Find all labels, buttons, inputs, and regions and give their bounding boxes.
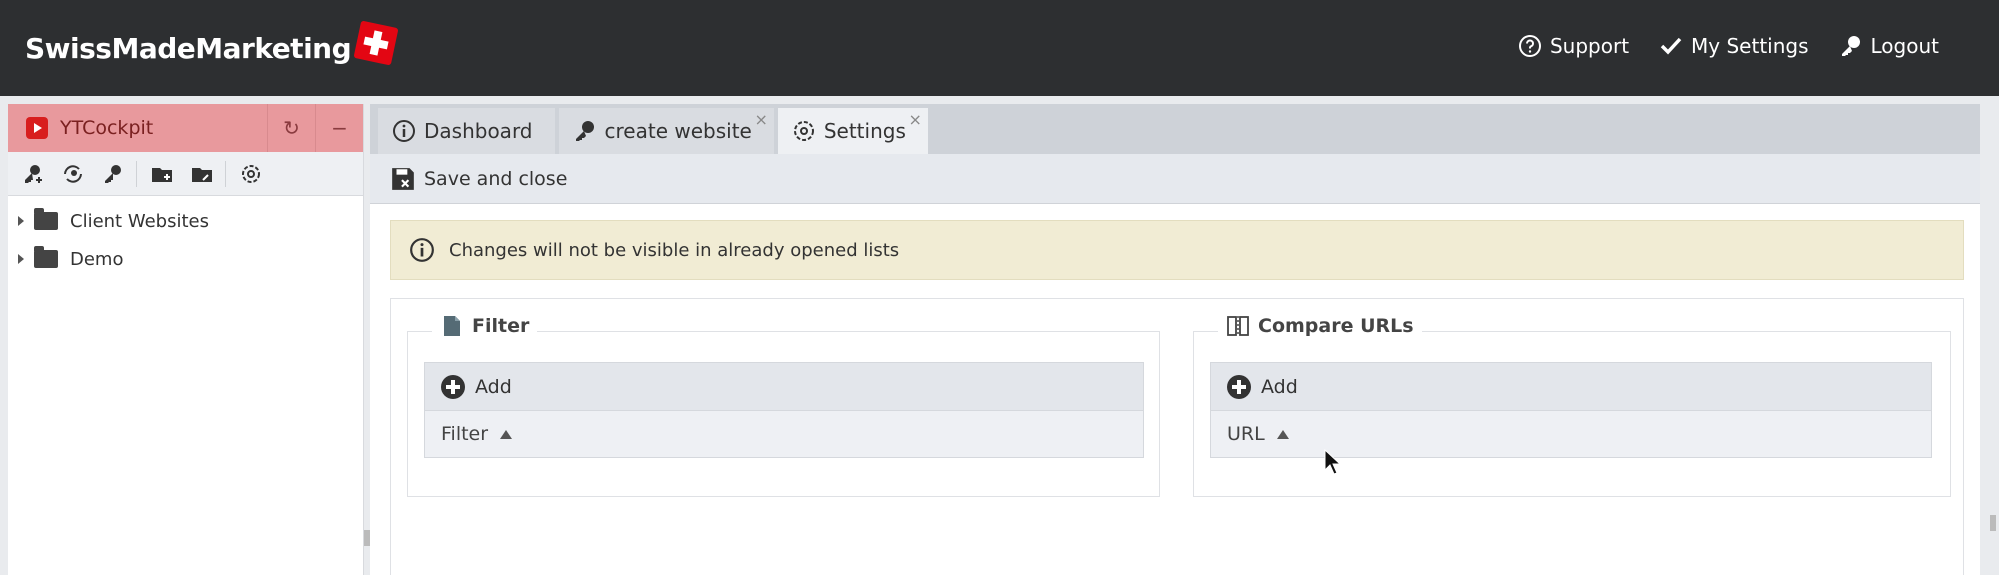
compare-icon: [1227, 316, 1249, 336]
filter-add-button[interactable]: Add: [441, 374, 512, 399]
gear-icon: [793, 121, 814, 141]
toolbar-divider: [136, 160, 137, 187]
panel-refresh-button[interactable]: ↻: [267, 104, 315, 152]
add-key-icon: [25, 164, 42, 183]
expand-arrow-icon[interactable]: [18, 216, 24, 226]
new-folder-icon: [152, 167, 172, 182]
support-label: Support: [1549, 34, 1630, 58]
refresh-icon: ↻: [283, 116, 300, 140]
tree-item-client-websites[interactable]: Client Websites: [8, 202, 363, 240]
info-icon: [393, 120, 415, 142]
top-nav: Support My Settings Logout: [1518, 34, 1939, 58]
key-icon: [575, 121, 594, 141]
filter-legend: Filter: [432, 314, 538, 338]
add-circle-icon: [441, 374, 465, 399]
tree-item-label: Demo: [70, 248, 124, 270]
tab-dashboard[interactable]: Dashboard: [378, 108, 555, 154]
notice-text: Changes will not be visible in already o…: [449, 239, 900, 261]
sort-ascending-icon: [1276, 429, 1289, 439]
tree-item-label: Client Websites: [70, 210, 209, 232]
info-notice: Changes will not be visible in already o…: [390, 220, 1964, 280]
main-area: Dashboard create website × Settings × Sa…: [370, 104, 1980, 575]
gear-icon: [242, 164, 260, 183]
add-label: Add: [475, 375, 512, 398]
panel-header: YTCockpit ↻ −: [8, 104, 363, 152]
folder-tree: Client Websites Demo: [8, 196, 363, 278]
refresh-key-icon: [64, 164, 82, 183]
filter-legend-label: Filter: [472, 315, 530, 337]
tree-item-demo[interactable]: Demo: [8, 240, 363, 278]
edit-key-button[interactable]: [96, 157, 130, 191]
expand-arrow-icon[interactable]: [18, 254, 24, 264]
compare-urls-fieldset: Compare URLs Add URL: [1193, 314, 1951, 497]
sort-ascending-icon: [500, 429, 513, 439]
form-area: Filter Add Filter Compare URLs Add URL: [390, 298, 1964, 575]
edit-folder-button[interactable]: [185, 157, 219, 191]
checkmark-icon: [1660, 37, 1682, 55]
compare-urls-grid: Add URL: [1210, 362, 1932, 458]
brand-name: SwissMadeMarketing: [25, 32, 352, 65]
document-icon: [444, 316, 460, 336]
new-folder-button[interactable]: [145, 157, 179, 191]
splitter-handle[interactable]: [1990, 515, 1996, 531]
swiss-cross-icon: [353, 19, 399, 66]
add-key-button[interactable]: [16, 157, 50, 191]
action-bar: Save and close: [370, 154, 1980, 204]
youtube-icon: [26, 117, 48, 139]
compare-urls-legend-label: Compare URLs: [1258, 315, 1414, 337]
logout-link[interactable]: Logout: [1839, 34, 1939, 58]
filter-grid-toolbar: Add: [425, 363, 1143, 411]
top-header: SwissMadeMarketing Support My Settings L…: [0, 0, 1999, 96]
tab-close-icon[interactable]: ×: [754, 110, 767, 129]
save-close-icon: [392, 167, 414, 190]
edit-key-icon: [105, 164, 121, 183]
edit-folder-icon: [192, 167, 212, 182]
folder-icon: [34, 246, 58, 268]
add-circle-icon: [1227, 374, 1251, 399]
tab-label: Settings: [823, 119, 906, 143]
add-label: Add: [1261, 375, 1298, 398]
column-label: URL: [1227, 423, 1265, 445]
question-circle-icon: [1518, 35, 1541, 57]
support-link[interactable]: Support: [1518, 34, 1629, 58]
minus-icon: −: [331, 116, 348, 140]
compare-urls-grid-toolbar: Add: [1211, 363, 1931, 411]
save-and-close-label: Save and close: [424, 167, 568, 190]
filter-column-header[interactable]: Filter: [425, 411, 1143, 457]
key-icon: [1841, 36, 1860, 56]
panel-title: YTCockpit: [60, 117, 154, 139]
compare-urls-add-button[interactable]: Add: [1227, 374, 1298, 399]
compare-urls-legend: Compare URLs: [1218, 314, 1422, 338]
filter-fieldset: Filter Add Filter: [407, 314, 1160, 497]
tab-create-website[interactable]: create website ×: [558, 108, 774, 154]
settings-content: Changes will not be visible in already o…: [370, 204, 1980, 575]
panel-minimize-button[interactable]: −: [315, 104, 363, 152]
panel-toolbar: [8, 152, 363, 196]
tab-label: Dashboard: [424, 119, 533, 143]
left-panel: YTCockpit ↻ − Client Websites Demo: [8, 104, 364, 575]
tab-bar: Dashboard create website × Settings ×: [370, 104, 1980, 154]
logout-label: Logout: [1870, 34, 1939, 58]
my-settings-label: My Settings: [1691, 34, 1809, 58]
info-icon: [410, 238, 434, 262]
column-label: Filter: [441, 423, 489, 445]
tab-label: create website: [604, 119, 752, 143]
refresh-key-button[interactable]: [56, 157, 90, 191]
folder-icon: [34, 208, 58, 230]
brand-logo[interactable]: SwissMadeMarketing: [25, 19, 399, 66]
tab-settings[interactable]: Settings ×: [777, 108, 928, 154]
settings-button[interactable]: [234, 157, 268, 191]
my-settings-link[interactable]: My Settings: [1659, 34, 1809, 58]
url-column-header[interactable]: URL: [1211, 411, 1931, 457]
filter-grid: Add Filter: [424, 362, 1144, 458]
save-and-close-button[interactable]: Save and close: [390, 166, 567, 192]
tab-close-icon[interactable]: ×: [908, 110, 921, 129]
toolbar-divider: [225, 160, 226, 187]
